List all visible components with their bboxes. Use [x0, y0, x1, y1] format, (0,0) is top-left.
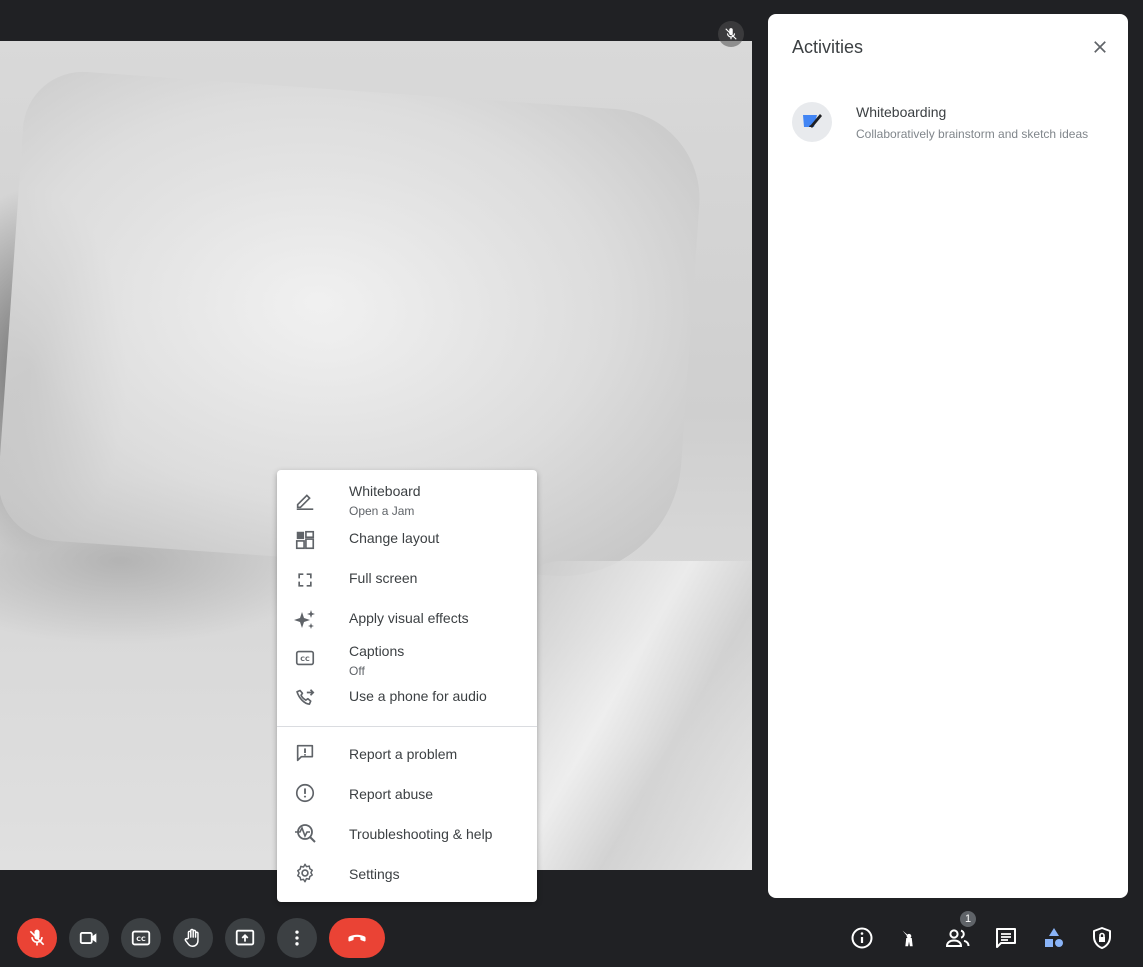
more-options-menu: Whiteboard Open a Jam Change layout Full…	[277, 470, 537, 902]
activities-panel: Activities Whiteboarding Collaboratively…	[768, 14, 1128, 898]
close-icon	[1091, 38, 1109, 56]
hand-icon	[182, 927, 204, 949]
present-screen-button[interactable]	[225, 918, 265, 958]
captions-icon: CC	[130, 927, 152, 949]
menu-item-full-screen[interactable]: Full screen	[277, 564, 537, 604]
menu-item-settings[interactable]: Settings	[277, 854, 537, 894]
more-options-button[interactable]	[277, 918, 317, 958]
menu-item-visual-effects[interactable]: Apply visual effects	[277, 604, 537, 644]
host-controls-button[interactable]	[893, 922, 925, 954]
microphone-toggle-button[interactable]	[17, 918, 57, 958]
sparkle-icon	[293, 608, 317, 632]
menu-item-report-abuse[interactable]: Report abuse	[277, 774, 537, 814]
menu-item-label: Troubleshooting & help	[349, 826, 493, 842]
menu-item-label: Report a problem	[349, 746, 458, 762]
raise-hand-button[interactable]	[173, 918, 213, 958]
menu-item-label: Report abuse	[349, 786, 434, 802]
activity-name: Whiteboarding	[856, 104, 947, 120]
feedback-icon	[293, 741, 317, 765]
captions-toggle-button[interactable]: CC	[121, 918, 161, 958]
gear-icon	[293, 861, 317, 885]
menu-item-label: Captions	[349, 643, 405, 659]
jamboard-icon	[792, 102, 832, 142]
camera-toggle-button[interactable]	[69, 918, 109, 958]
troubleshoot-icon	[293, 821, 317, 845]
info-icon	[850, 926, 874, 950]
menu-divider	[277, 726, 537, 727]
menu-item-sublabel: Off	[349, 664, 365, 678]
phone-forward-icon	[293, 686, 317, 710]
present-icon	[234, 927, 256, 949]
menu-item-label: Apply visual effects	[349, 610, 469, 626]
alert-icon	[293, 781, 317, 805]
menu-item-change-layout[interactable]: Change layout	[277, 524, 537, 564]
meeting-details-button[interactable]	[846, 922, 878, 954]
host-safety-button[interactable]	[1086, 922, 1118, 954]
activity-description: Collaboratively brainstorm and sketch id…	[856, 127, 1089, 141]
activities-button[interactable]	[1038, 922, 1070, 954]
chat-icon	[994, 926, 1018, 950]
shield-lock-icon	[1090, 926, 1114, 950]
menu-item-label: Use a phone for audio	[349, 688, 487, 704]
participants-count-badge: 1	[958, 909, 978, 929]
chat-button[interactable]	[990, 922, 1022, 954]
call-end-icon	[344, 925, 370, 951]
menu-item-label: Full screen	[349, 570, 418, 586]
panel-title: Activities	[792, 37, 864, 57]
svg-text:CC: CC	[136, 935, 146, 943]
menu-item-report-problem[interactable]: Report a problem	[277, 734, 537, 774]
videocam-icon	[78, 927, 100, 949]
svg-text:CC: CC	[300, 655, 310, 663]
menu-item-label: Settings	[349, 866, 400, 882]
more-vert-icon	[287, 928, 307, 948]
fullscreen-icon	[293, 568, 317, 592]
menu-item-phone-audio[interactable]: Use a phone for audio	[277, 684, 537, 724]
captions-icon: CC	[293, 646, 317, 670]
menu-item-label: Whiteboard	[349, 483, 421, 499]
people-icon	[945, 926, 971, 950]
person-raise-icon	[898, 927, 920, 949]
menu-item-sublabel: Open a Jam	[349, 504, 415, 518]
mic-muted-indicator-icon	[718, 21, 744, 47]
video-sheet-shape	[520, 561, 752, 870]
menu-item-captions[interactable]: CC Captions Off	[277, 640, 537, 688]
activity-item-whiteboarding[interactable]: Whiteboarding Collaboratively brainstorm…	[768, 96, 1128, 152]
leave-call-button[interactable]	[329, 918, 385, 958]
activities-shapes-icon	[1042, 926, 1066, 950]
layout-icon	[293, 528, 317, 552]
menu-item-whiteboard[interactable]: Whiteboard Open a Jam	[277, 476, 537, 524]
menu-item-troubleshooting[interactable]: Troubleshooting & help	[277, 814, 537, 854]
close-panel-button[interactable]	[1086, 35, 1114, 59]
pencil-icon	[293, 488, 317, 512]
mic-off-icon	[27, 928, 47, 948]
menu-item-label: Change layout	[349, 530, 440, 546]
